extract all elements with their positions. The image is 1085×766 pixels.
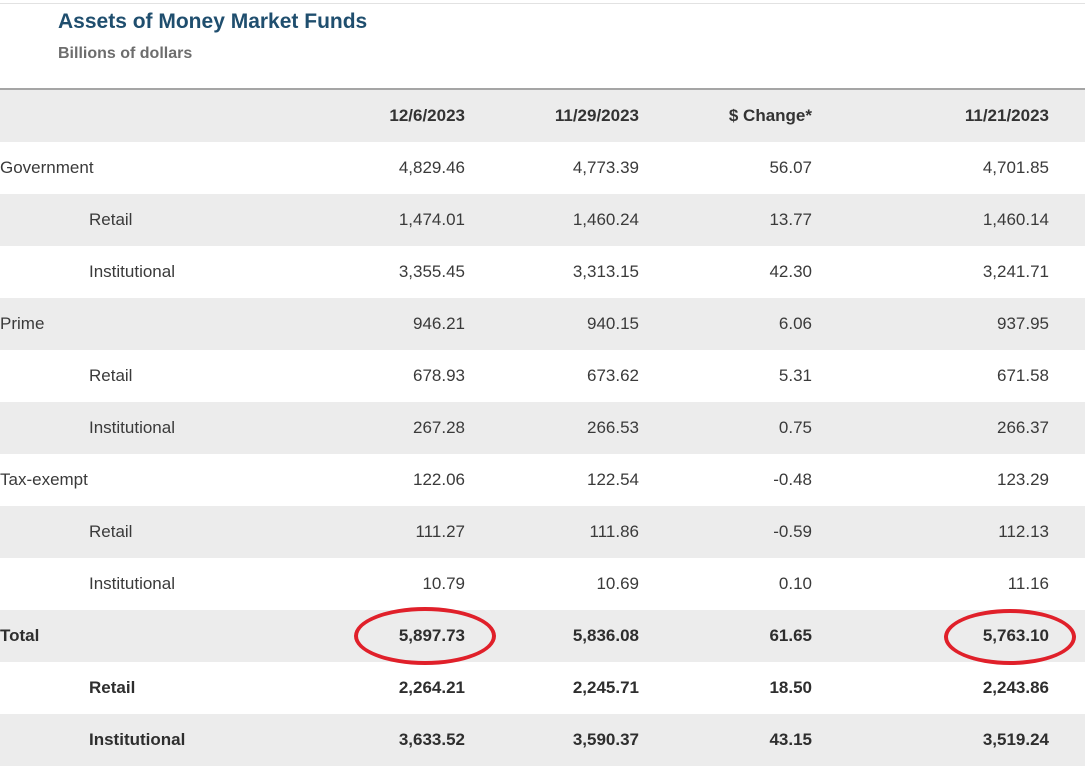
row-label: Total <box>0 610 330 662</box>
table-row: Retail 111.27 111.86 -0.59 112.13 <box>0 506 1085 558</box>
row-label: Retail <box>0 662 330 714</box>
value-change: 0.75 <box>639 402 812 454</box>
page-subtitle: Billions of dollars <box>58 45 193 62</box>
row-label: Tax-exempt <box>0 454 330 506</box>
table-row: Tax-exempt 122.06 122.54 -0.48 123.29 <box>0 454 1085 506</box>
value-11-29-2023: 5,836.08 <box>465 610 639 662</box>
column-spacer <box>1049 89 1085 142</box>
value-11-21-2023: 11.16 <box>812 558 1049 610</box>
value-12-6-2023: 946.21 <box>330 298 465 350</box>
value-12-6-2023: 10.79 <box>330 558 465 610</box>
value-11-29-2023: 1,460.24 <box>465 194 639 246</box>
row-spacer <box>1049 298 1085 350</box>
value-12-6-2023: 1,474.01 <box>330 194 465 246</box>
row-spacer <box>1049 350 1085 402</box>
table-row: Institutional 267.28 266.53 0.75 266.37 <box>0 402 1085 454</box>
page: Assets of Money Market Funds Billions of… <box>0 0 1085 766</box>
row-spacer <box>1049 142 1085 194</box>
value-12-6-2023: 267.28 <box>330 402 465 454</box>
value-11-21-2023: 266.37 <box>812 402 1049 454</box>
value-11-29-2023: 2,245.71 <box>465 662 639 714</box>
value-11-29-2023: 3,313.15 <box>465 246 639 298</box>
table-row: Retail 2,264.21 2,245.71 18.50 2,243.86 <box>0 662 1085 714</box>
row-label: Retail <box>0 350 330 402</box>
value-change: -0.48 <box>639 454 812 506</box>
value-11-21-2023: 4,701.85 <box>812 142 1049 194</box>
value-11-29-2023: 3,590.37 <box>465 714 639 766</box>
table-row: Total 5,897.73 5,836.08 61.65 5,763.10 <box>0 610 1085 662</box>
table-row: Institutional 10.79 10.69 0.10 11.16 <box>0 558 1085 610</box>
column-header-change: $ Change* <box>639 89 812 142</box>
value-change: 13.77 <box>639 194 812 246</box>
value-11-29-2023: 940.15 <box>465 298 639 350</box>
value-12-6-2023: 678.93 <box>330 350 465 402</box>
value-11-29-2023: 111.86 <box>465 506 639 558</box>
column-header-label <box>0 89 330 142</box>
column-header-11-29-2023: 11/29/2023 <box>465 89 639 142</box>
row-spacer <box>1049 558 1085 610</box>
row-spacer <box>1049 454 1085 506</box>
row-spacer <box>1049 714 1085 766</box>
value-change: 56.07 <box>639 142 812 194</box>
row-label: Retail <box>0 506 330 558</box>
table-header-row: 12/6/2023 11/29/2023 $ Change* 11/21/202… <box>0 89 1085 142</box>
value-change: 0.10 <box>639 558 812 610</box>
value-12-6-2023: 4,829.46 <box>330 142 465 194</box>
value-12-6-2023: 2,264.21 <box>330 662 465 714</box>
table-row: Retail 678.93 673.62 5.31 671.58 <box>0 350 1085 402</box>
value-11-29-2023: 673.62 <box>465 350 639 402</box>
value-11-21-2023: 1,460.14 <box>812 194 1049 246</box>
column-header-11-21-2023: 11/21/2023 <box>812 89 1049 142</box>
value-11-21-2023: 112.13 <box>812 506 1049 558</box>
row-label: Institutional <box>0 558 330 610</box>
value-12-6-2023: 5,897.73 <box>330 610 465 662</box>
table-row: Prime 946.21 940.15 6.06 937.95 <box>0 298 1085 350</box>
row-spacer <box>1049 506 1085 558</box>
table-row: Government 4,829.46 4,773.39 56.07 4,701.85 <box>0 142 1085 194</box>
row-label: Institutional <box>0 402 330 454</box>
value-11-21-2023: 123.29 <box>812 454 1049 506</box>
table-row: Institutional 3,355.45 3,313.15 42.30 3,241.… <box>0 246 1085 298</box>
value-12-6-2023: 111.27 <box>330 506 465 558</box>
row-label: Retail <box>0 194 330 246</box>
value-12-6-2023: 3,355.45 <box>330 246 465 298</box>
value-11-21-2023: 5,763.10 <box>812 610 1049 662</box>
row-spacer <box>1049 194 1085 246</box>
table-row: Institutional 3,633.52 3,590.37 43.15 3,519.… <box>0 714 1085 766</box>
row-spacer <box>1049 246 1085 298</box>
value-12-6-2023: 122.06 <box>330 454 465 506</box>
value-11-29-2023: 10.69 <box>465 558 639 610</box>
value-12-6-2023: 3,633.52 <box>330 714 465 766</box>
row-label: Institutional <box>0 714 330 766</box>
money-market-assets-table: 12/6/2023 11/29/2023 $ Change* 11/21/202… <box>0 88 1085 766</box>
row-label: Government <box>0 142 330 194</box>
value-11-21-2023: 937.95 <box>812 298 1049 350</box>
row-label: Institutional <box>0 246 330 298</box>
value-11-21-2023: 3,241.71 <box>812 246 1049 298</box>
row-spacer <box>1049 610 1085 662</box>
value-change: 43.15 <box>639 714 812 766</box>
value-change: 61.65 <box>639 610 812 662</box>
value-11-21-2023: 2,243.86 <box>812 662 1049 714</box>
value-change: 42.30 <box>639 246 812 298</box>
column-header-12-6-2023: 12/6/2023 <box>330 89 465 142</box>
value-change: 6.06 <box>639 298 812 350</box>
value-11-29-2023: 122.54 <box>465 454 639 506</box>
page-title: Assets of Money Market Funds <box>58 10 368 33</box>
value-change: 5.31 <box>639 350 812 402</box>
row-label: Prime <box>0 298 330 350</box>
row-spacer <box>1049 402 1085 454</box>
value-11-29-2023: 266.53 <box>465 402 639 454</box>
value-11-29-2023: 4,773.39 <box>465 142 639 194</box>
value-change: 18.50 <box>639 662 812 714</box>
table-row: Retail 1,474.01 1,460.24 13.77 1,460.14 <box>0 194 1085 246</box>
row-spacer <box>1049 662 1085 714</box>
top-divider <box>0 3 1085 4</box>
value-11-21-2023: 3,519.24 <box>812 714 1049 766</box>
value-11-21-2023: 671.58 <box>812 350 1049 402</box>
value-change: -0.59 <box>639 506 812 558</box>
